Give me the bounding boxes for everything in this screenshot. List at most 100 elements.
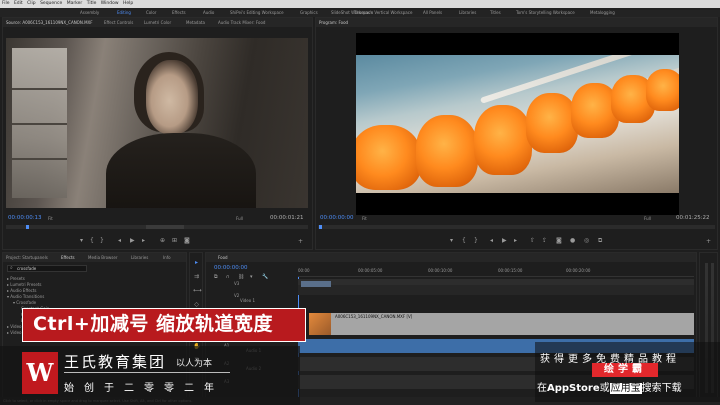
clip-video[interactable]: A006C153_161109NX_CANON.MXF [V]: [309, 313, 694, 335]
insert-icon[interactable]: ⊕: [160, 238, 165, 244]
nest-icon[interactable]: ⧉: [214, 274, 218, 280]
tab-project[interactable]: Project: Startupanels: [6, 253, 48, 262]
tab-info[interactable]: Info: [163, 253, 171, 262]
overwrite-icon[interactable]: ⊞: [172, 238, 177, 244]
timeline-tabbar: Food: [206, 253, 696, 262]
workspace-assembly[interactable]: Assembly: [80, 8, 99, 17]
step-back-icon[interactable]: ◂: [118, 238, 121, 244]
tab-lumetri-color[interactable]: Lumetri Color: [144, 18, 171, 27]
program-timecode[interactable]: 00:00:00:00: [320, 215, 354, 221]
extract-icon[interactable]: ⇪: [542, 238, 547, 244]
effects-search-value: crossfade: [17, 266, 37, 271]
brand-motto: 以人为本: [176, 359, 213, 369]
track-v2-label[interactable]: V2: [234, 293, 239, 298]
tab-effects[interactable]: Effects: [61, 253, 75, 262]
menu-sequence[interactable]: Sequence: [40, 1, 62, 6]
timeline-ruler[interactable]: 00:00 00:00:05:00 00:00:10:00 00:00:15:0…: [298, 267, 694, 277]
ruler-tick: 00:00:20:00: [566, 268, 591, 273]
program-mark-out-icon[interactable]: }: [474, 238, 478, 244]
program-fit-select[interactable]: Fit: [362, 216, 367, 221]
program-camera-icon[interactable]: ◙: [556, 238, 562, 244]
source-timecode[interactable]: 00:00:00:13: [8, 215, 42, 221]
program-mark-in-icon[interactable]: {: [462, 238, 466, 244]
program-full-select[interactable]: Full: [644, 216, 651, 221]
program-tabbar: Program: Food: [316, 18, 717, 27]
tab-libraries[interactable]: Libraries: [131, 253, 148, 262]
program-transport: ▾ { } ◂ ▶ ▸ ⇧ ⇪ ◙ ● ◎ ⧉: [450, 238, 650, 246]
program-step-back-icon[interactable]: ◂: [490, 238, 493, 244]
promo-text: 搜索下载: [641, 383, 682, 394]
tab-media-browser[interactable]: Media Browser: [88, 253, 118, 262]
workspace-thomas-vertical[interactable]: Thomas's Vertical Workspace: [354, 8, 412, 17]
project-tabbar: Project: Startupanels Effects Media Brow…: [3, 253, 186, 262]
tab-source[interactable]: Source: A006C153_161109NX_CANON.MXF: [6, 18, 93, 27]
workspace-metalogging[interactable]: Metalogging: [590, 8, 615, 17]
camera-icon[interactable]: ◙: [184, 238, 190, 244]
track-v2-lane[interactable]: [298, 285, 694, 295]
promo-appstore: AppStore: [547, 383, 600, 394]
menu-help[interactable]: Help: [123, 1, 133, 6]
timeline-tools: ⧉ ∩ ⛓ ▾ 🔧: [214, 274, 284, 281]
program-marker-icon[interactable]: ▾: [450, 238, 453, 244]
workspace-audio[interactable]: Audio: [203, 8, 214, 17]
menu-clip[interactable]: Clip: [27, 1, 36, 6]
tab-metadata[interactable]: Metadata: [186, 18, 205, 27]
selection-tool-icon[interactable]: ▸: [193, 259, 200, 266]
razor-tool-icon[interactable]: ◇: [193, 301, 200, 308]
marker-icon[interactable]: ▾: [80, 238, 83, 244]
snap-icon[interactable]: ∩: [226, 274, 230, 280]
workspace-shipei[interactable]: ShiPei's Editing Workspace: [230, 8, 284, 17]
step-forward-icon[interactable]: ▸: [142, 238, 145, 244]
workspace-titles[interactable]: Titles: [490, 8, 501, 17]
vr-icon[interactable]: ◎: [584, 238, 589, 244]
workspace-graphics[interactable]: Graphics: [300, 8, 318, 17]
play-icon[interactable]: ▶: [130, 238, 135, 244]
effects-search-input[interactable]: ⌕ crossfade: [7, 265, 87, 272]
menu-window[interactable]: Window: [101, 1, 119, 6]
program-add-button-icon[interactable]: +: [706, 239, 711, 245]
mark-out-icon[interactable]: }: [100, 238, 104, 244]
workspace-color[interactable]: Color: [146, 8, 156, 17]
promo-line-2: 在AppStore或应用宝搜索下载: [537, 379, 682, 394]
menu-marker[interactable]: Marker: [67, 1, 83, 6]
ripple-edit-tool-icon[interactable]: ⟷: [193, 287, 202, 294]
linked-selection-icon[interactable]: ⛓: [238, 274, 244, 280]
track-v3-label[interactable]: V3: [234, 281, 239, 286]
track-name-video1: Video 1: [240, 298, 256, 303]
tutorial-caption: Ctrl+加减号 缩放轨道宽度: [22, 308, 306, 342]
program-step-forward-icon[interactable]: ▸: [514, 238, 517, 244]
program-play-icon[interactable]: ▶: [502, 238, 507, 244]
comparison-icon[interactable]: ⧉: [598, 238, 602, 244]
workspace-tom-storytelling[interactable]: Tom's Storytelling Workspace: [516, 8, 575, 17]
source-transport: ▾ { } ◂ ▶ ▸ ⊕ ⊞ ◙: [80, 238, 250, 246]
menu-title[interactable]: Title: [87, 1, 97, 6]
lift-icon[interactable]: ⇧: [530, 238, 535, 244]
tab-program[interactable]: Program: Food: [319, 18, 348, 27]
source-add-button-icon[interactable]: +: [298, 239, 303, 245]
menu-edit[interactable]: Edit: [14, 1, 23, 6]
promo-yingyongbao: 应用宝: [609, 383, 642, 394]
workspace-editing[interactable]: Editing: [117, 8, 131, 17]
program-video-frame[interactable]: [356, 33, 679, 215]
source-tabbar: Source: A006C153_161109NX_CANON.MXF Effe…: [3, 18, 312, 27]
menu-file[interactable]: File: [2, 1, 10, 6]
ruler-tick: 00:00:15:00: [498, 268, 523, 273]
source-scrubber[interactable]: [6, 225, 308, 229]
add-marker-icon[interactable]: ▾: [250, 274, 253, 280]
source-video-frame[interactable]: [6, 38, 308, 208]
clip-v3-thumb[interactable]: [301, 281, 331, 287]
workspace-effects[interactable]: Effects: [172, 8, 186, 17]
record-icon[interactable]: ●: [570, 238, 575, 244]
workspace-all-panels[interactable]: All Panels: [423, 8, 442, 17]
timeline-timecode[interactable]: 00:00:00:00: [214, 265, 248, 271]
wrench-icon[interactable]: 🔧: [262, 274, 268, 280]
track-select-tool-icon[interactable]: ⇉: [193, 273, 200, 280]
program-scrubber[interactable]: [318, 225, 715, 229]
mark-in-icon[interactable]: {: [90, 238, 94, 244]
tab-timeline-food[interactable]: Food: [218, 253, 228, 262]
tab-effect-controls[interactable]: Effect Controls: [104, 18, 133, 27]
source-fit-select[interactable]: Fit: [48, 216, 53, 221]
tab-audio-mixer[interactable]: Audio Track Mixer: Food: [218, 18, 265, 27]
workspace-libraries[interactable]: Libraries: [459, 8, 476, 17]
source-full-select[interactable]: Full: [236, 216, 243, 221]
